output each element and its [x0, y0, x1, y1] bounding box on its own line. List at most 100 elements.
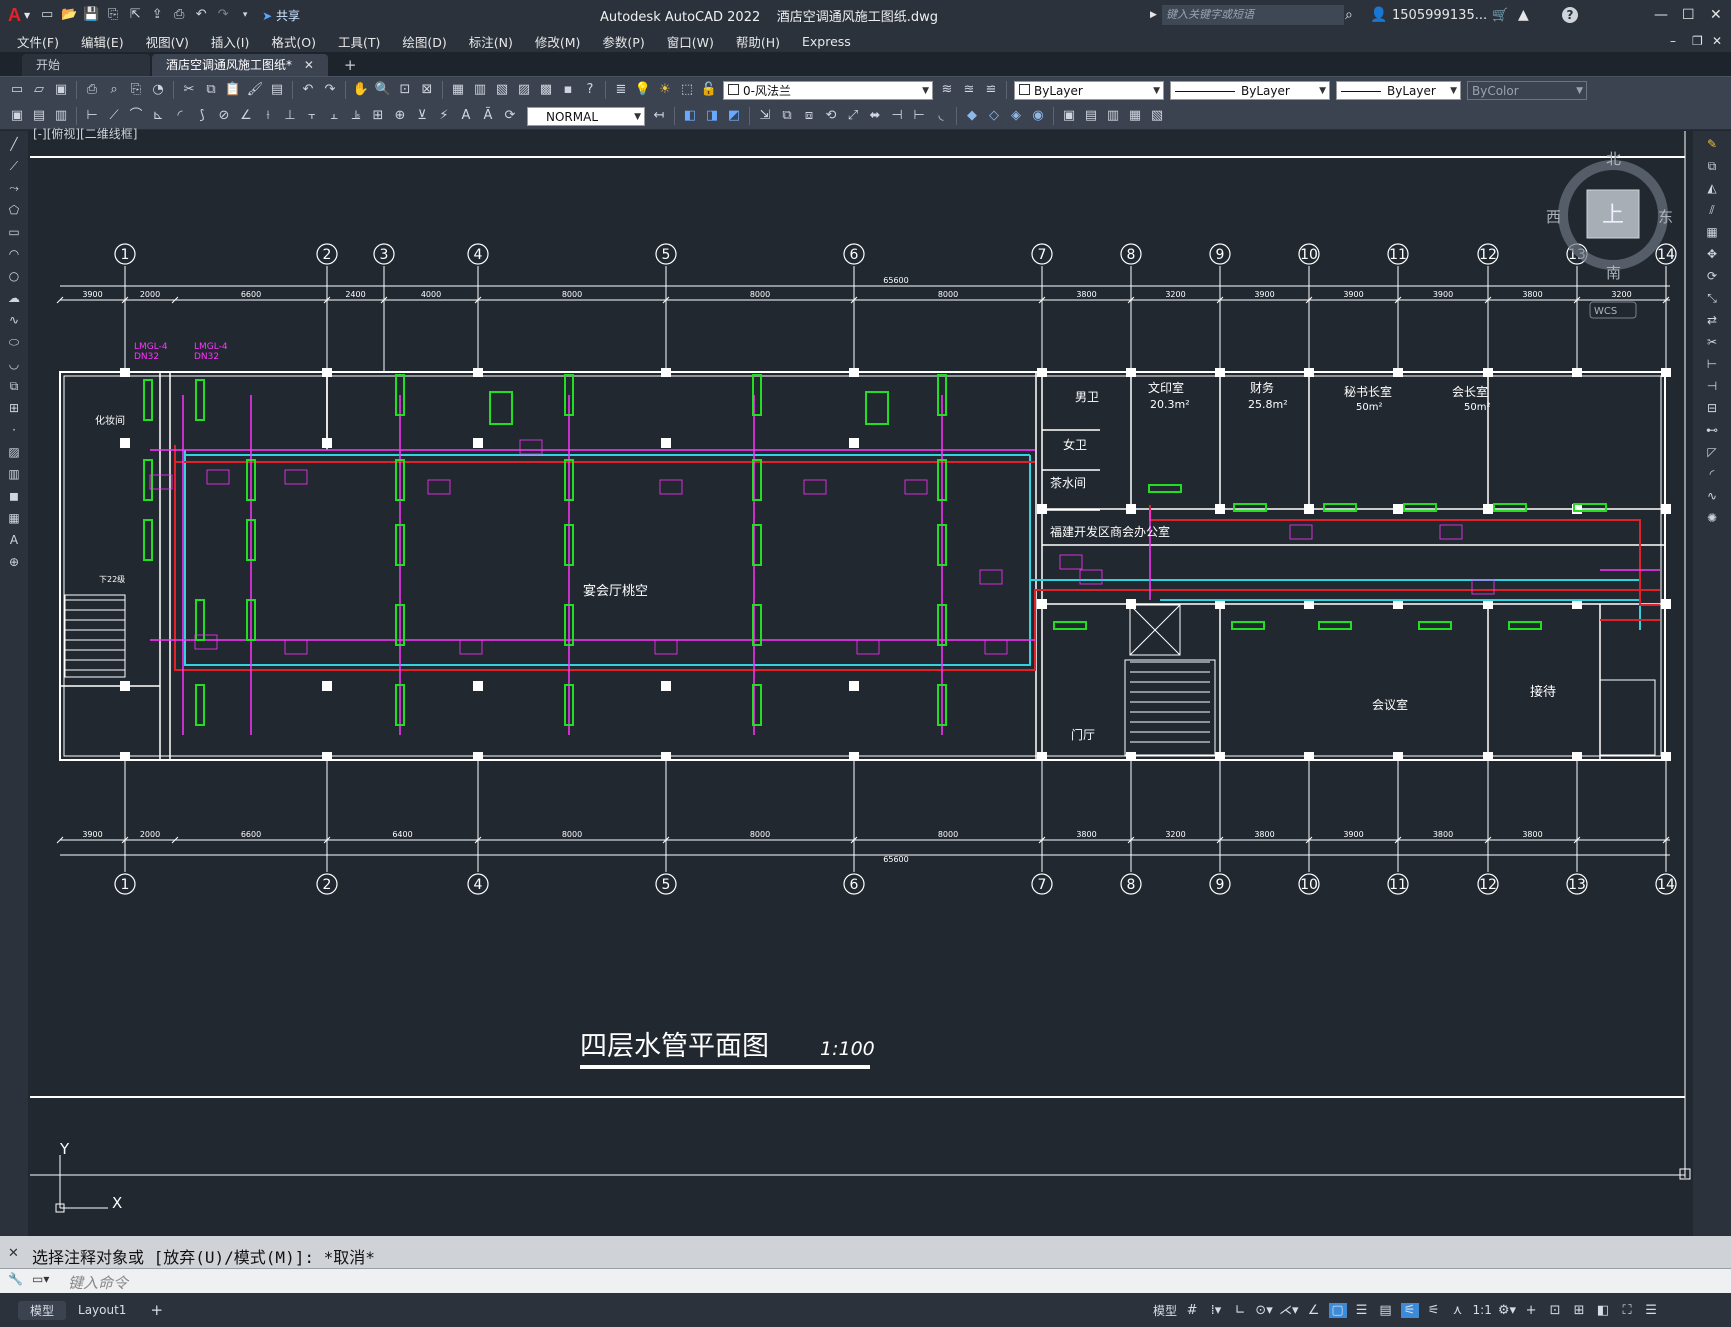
grid-icon[interactable]: # [1183, 1303, 1201, 1318]
center-mark-icon[interactable]: ⊕ [391, 107, 409, 125]
qsave-icon[interactable]: ▣ [8, 107, 26, 125]
search-input[interactable]: 键入关键字或短语 [1162, 5, 1344, 25]
rotate-icon[interactable]: ⟲ [822, 107, 840, 125]
blend-icon[interactable]: ∿ [1703, 487, 1721, 505]
array-icon[interactable]: ▦ [1703, 223, 1721, 241]
dim-space-icon[interactable]: ⫠ [325, 107, 343, 125]
menu-modify[interactable]: 修改(M) [524, 32, 592, 51]
dim-text-edit-icon[interactable]: Ã [479, 107, 497, 125]
polygon-icon[interactable]: ⬠ [5, 201, 23, 219]
menu-insert[interactable]: 插入(I) [200, 32, 260, 51]
layer-previous-icon[interactable]: ≊ [960, 81, 978, 99]
doc-minimize-icon[interactable]: – [1670, 34, 1676, 48]
annotation-scale-icon[interactable]: ⋏ [1449, 1303, 1467, 1318]
line-icon[interactable]: ╱ [5, 135, 23, 153]
ai-icon-1[interactable]: ◧ [681, 107, 699, 125]
tab-start[interactable]: 开始 [22, 54, 150, 76]
break-point-icon[interactable]: ⊣ [1703, 377, 1721, 395]
view-icon-1[interactable]: ◆ [963, 107, 981, 125]
polar-icon[interactable]: ⊙▾ [1255, 1303, 1273, 1318]
help-icon[interactable]: ? [1562, 7, 1578, 23]
linetype-dropdown[interactable]: ByLayer ▼ [1170, 80, 1330, 100]
customization-menu-icon[interactable]: ☰ [1642, 1303, 1660, 1318]
region-icon[interactable]: ◼ [5, 487, 23, 505]
paste-icon[interactable]: 📋 [224, 81, 242, 99]
menu-format[interactable]: 格式(O) [260, 32, 327, 51]
zoom-window-icon[interactable]: ⊡ [396, 81, 414, 99]
hatch-icon[interactable]: ▨ [5, 443, 23, 461]
view-icon-2[interactable]: ◇ [985, 107, 1003, 125]
etransmit-icon[interactable]: ▥ [52, 107, 70, 125]
block-icon-5[interactable]: ▧ [1148, 107, 1166, 125]
tolerance-icon[interactable]: ⊞ [369, 107, 387, 125]
revcloud-icon[interactable]: ☁ [5, 289, 23, 307]
copy-modify-icon[interactable]: ⧉ [1703, 157, 1721, 175]
app-logo-icon[interactable]: A [8, 5, 21, 26]
ellipse-arc-icon[interactable]: ◡ [5, 355, 23, 373]
dim-break-icon[interactable]: ⫡ [347, 107, 365, 125]
redo-tb-icon[interactable]: ↷ [321, 81, 339, 99]
make-current-icon[interactable]: ≋ [938, 81, 956, 99]
rotate-modify-icon[interactable]: ⟳ [1703, 267, 1721, 285]
scale-modify-icon[interactable]: ⤡ [1703, 289, 1721, 307]
save-all-icon[interactable]: ▤ [30, 107, 48, 125]
add-selected-icon[interactable]: ⊕ [5, 553, 23, 571]
join-icon[interactable]: ⊷ [1703, 421, 1721, 439]
menu-parameters[interactable]: 参数(P) [591, 32, 655, 51]
viewcube-south[interactable]: 南 [1606, 264, 1621, 282]
redo-icon[interactable]: ↷ [214, 6, 232, 24]
mtext-icon[interactable]: A [5, 531, 23, 549]
menu-tools[interactable]: 工具(T) [327, 32, 391, 51]
3d-print-icon[interactable]: ◔ [149, 81, 167, 99]
publish-icon[interactable]: ⇪ [148, 6, 166, 24]
spline-icon[interactable]: ∿ [5, 311, 23, 329]
dim-update-icon[interactable]: ⟳ [501, 107, 519, 125]
ellipse-icon[interactable]: ⬭ [5, 333, 23, 351]
save-file-icon[interactable]: ▣ [52, 81, 70, 99]
undo-icon[interactable]: ↶ [192, 6, 210, 24]
annotation-scale-value[interactable]: 1:1 [1473, 1303, 1492, 1317]
scale-icon[interactable]: ⤢ [844, 107, 862, 125]
menu-draw[interactable]: 绘图(D) [391, 32, 457, 51]
move-icon[interactable]: ⇲ [756, 107, 774, 125]
table-icon[interactable]: ▦ [5, 509, 23, 527]
tab-close-icon[interactable]: ✕ [304, 58, 314, 72]
open-file-icon[interactable]: ▱ [30, 81, 48, 99]
properties-icon[interactable]: ▦ [449, 81, 467, 99]
doc-restore-icon[interactable]: ❐ [1692, 34, 1703, 48]
tab-drawing[interactable]: 酒店空调通风施工图纸* ✕ [152, 54, 328, 76]
layer-lock-icon[interactable]: 🔓 [700, 81, 718, 99]
polyline-icon[interactable]: ⤳ [5, 179, 23, 197]
plot-icon[interactable]: ⎙ [170, 6, 188, 24]
layer-states-icon[interactable]: ≌ [982, 81, 1000, 99]
linear-dim-icon[interactable]: ⊢ [83, 107, 101, 125]
view-icon-3[interactable]: ◈ [1007, 107, 1025, 125]
erase-icon[interactable]: ✎ [1703, 135, 1721, 153]
preview-icon[interactable]: ⌕ [105, 81, 123, 99]
dim-style-dropdown[interactable]: NORMAL ▼ [527, 106, 645, 126]
diameter-dim-icon[interactable]: ⊘ [215, 107, 233, 125]
stretch-modify-icon[interactable]: ⇄ [1703, 311, 1721, 329]
customize-icon[interactable]: 🔧 [8, 1272, 23, 1286]
trim-modify-icon[interactable]: ✂ [1703, 333, 1721, 351]
viewcube-east[interactable]: 东 [1658, 208, 1673, 226]
snap-icon[interactable]: ⁞▾ [1207, 1303, 1225, 1318]
angular-dim-icon[interactable]: ∠ [237, 107, 255, 125]
layer-on-icon[interactable]: 💡 [634, 81, 652, 99]
make-block-icon[interactable]: ⊞ [5, 399, 23, 417]
construction-line-icon[interactable]: ⟋ [5, 157, 23, 175]
isodraft-icon[interactable]: ⋌▾ [1279, 1303, 1299, 1318]
annotation-monitor-icon[interactable]: + [1522, 1303, 1540, 1318]
extend-icon[interactable]: ⊢ [910, 107, 928, 125]
object-snap-tracking-icon[interactable]: ∠ [1305, 1303, 1323, 1318]
close-icon[interactable]: ✕ [1710, 7, 1722, 23]
clean-screen-icon[interactable]: ⛶ [1618, 1303, 1636, 1318]
user-name[interactable]: 1505999135... [1392, 8, 1487, 23]
viewcube-face[interactable]: 上 [1602, 203, 1624, 228]
tab-layout1[interactable]: Layout1 [66, 1302, 138, 1318]
inspect-icon[interactable]: ⊻ [413, 107, 431, 125]
cart-icon[interactable]: 🛒 [1492, 8, 1508, 23]
cut-icon[interactable]: ✂ [180, 81, 198, 99]
match-prop-icon[interactable]: 🖌 [246, 81, 264, 99]
block-icon-1[interactable]: ▣ [1060, 107, 1078, 125]
